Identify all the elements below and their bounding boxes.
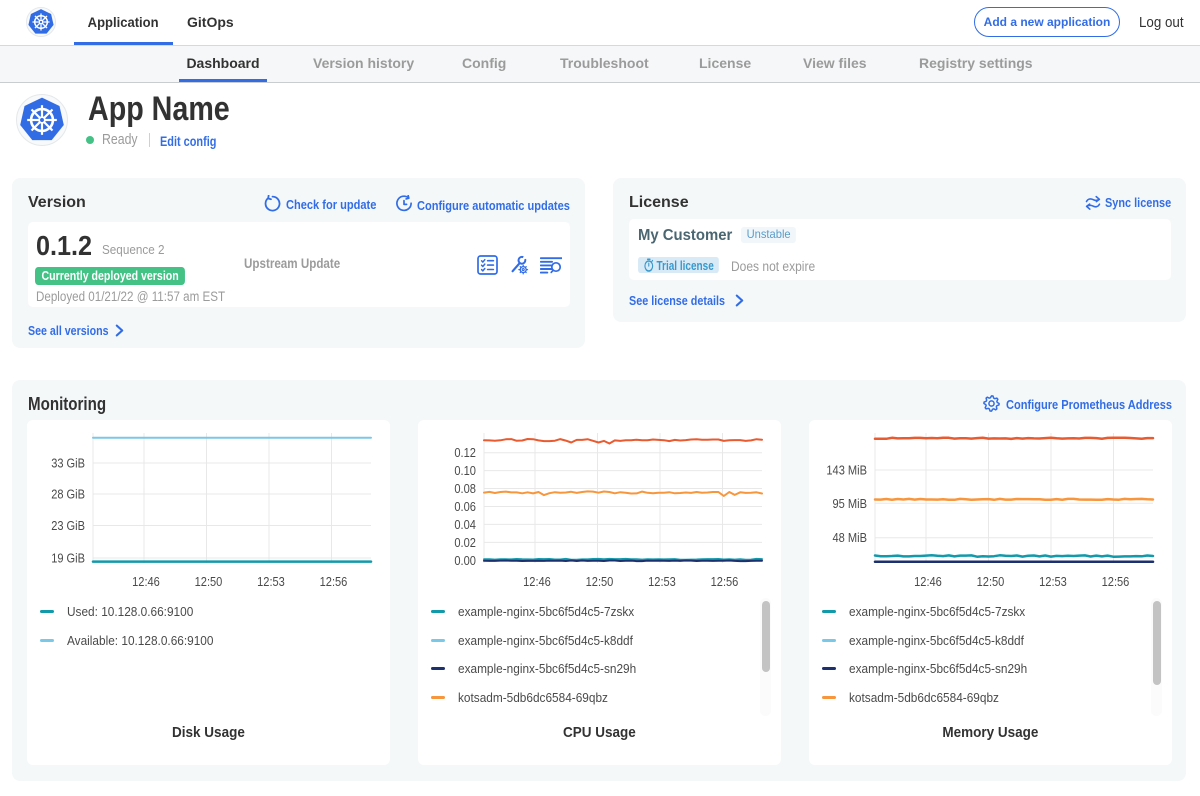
- svg-text:19 GiB: 19 GiB: [51, 552, 85, 566]
- svg-text:48 MiB: 48 MiB: [833, 531, 868, 545]
- svg-text:0.08: 0.08: [454, 482, 476, 496]
- svg-text:12:46: 12:46: [523, 575, 551, 589]
- svg-text:0.04: 0.04: [454, 518, 476, 532]
- svg-text:0.12: 0.12: [454, 446, 476, 460]
- svg-text:12:53: 12:53: [648, 575, 676, 589]
- svg-text:0.02: 0.02: [454, 536, 476, 550]
- svg-text:143 MiB: 143 MiB: [826, 464, 867, 478]
- svg-text:12:46: 12:46: [914, 575, 942, 589]
- svg-text:28 GiB: 28 GiB: [51, 488, 85, 502]
- svg-text:0.00: 0.00: [454, 554, 476, 568]
- svg-text:12:53: 12:53: [257, 575, 285, 589]
- svg-text:12:50: 12:50: [195, 575, 223, 589]
- svg-text:12:56: 12:56: [1102, 575, 1130, 589]
- svg-text:12:46: 12:46: [132, 575, 160, 589]
- svg-text:12:50: 12:50: [586, 575, 614, 589]
- svg-text:12:56: 12:56: [711, 575, 739, 589]
- svg-text:12:53: 12:53: [1039, 575, 1067, 589]
- svg-text:33 GiB: 33 GiB: [51, 457, 85, 471]
- svg-text:23 GiB: 23 GiB: [51, 519, 85, 533]
- svg-text:95 MiB: 95 MiB: [833, 497, 868, 511]
- svg-text:0.10: 0.10: [454, 464, 476, 478]
- svg-text:12:50: 12:50: [977, 575, 1005, 589]
- svg-text:12:56: 12:56: [320, 575, 348, 589]
- svg-text:0.06: 0.06: [454, 500, 476, 514]
